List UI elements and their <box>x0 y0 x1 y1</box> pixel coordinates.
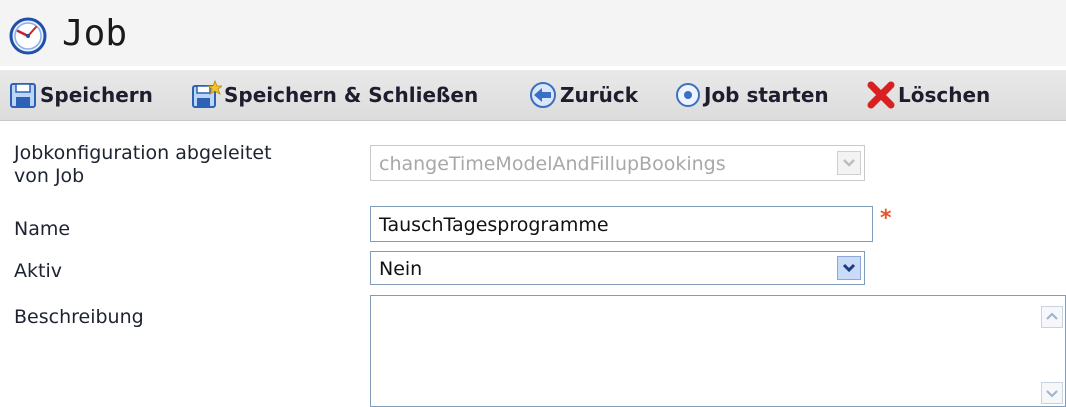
back-arrow-icon <box>530 82 556 108</box>
clock-icon <box>9 17 47 55</box>
job-page: Job Speichern Speichern & Schließen Zurü… <box>0 0 1066 407</box>
name-label: Name <box>14 218 71 240</box>
description-textarea[interactable] <box>370 295 1066 407</box>
toolbar: Speichern Speichern & Schließen Zurück J… <box>0 70 1066 121</box>
title-bar: Job <box>0 0 1066 66</box>
chevron-down-icon[interactable] <box>837 256 861 280</box>
delete-button-label: Löschen <box>898 83 991 107</box>
back-button-label: Zurück <box>560 83 638 107</box>
derived-from-label-line1: Jobkonfiguration abgeleitet <box>14 142 272 164</box>
delete-icon <box>867 81 895 109</box>
active-select-value: Nein <box>379 258 423 280</box>
save-close-button[interactable]: Speichern & Schließen <box>190 78 478 112</box>
save-close-button-label: Speichern & Schließen <box>224 83 479 107</box>
scroll-down-button[interactable] <box>1041 382 1063 404</box>
derived-from-label-line2: von Job <box>14 165 85 187</box>
chevron-down-icon <box>837 151 861 175</box>
start-job-button-label: Job starten <box>704 83 829 107</box>
start-job-icon <box>676 83 700 107</box>
save-button-label: Speichern <box>40 83 153 107</box>
description-label: Beschreibung <box>14 306 144 328</box>
save-icon <box>10 83 36 108</box>
active-select[interactable]: Nein <box>370 251 865 285</box>
required-marker: * <box>880 206 892 231</box>
chevron-up-icon <box>1046 312 1058 320</box>
chevron-down-icon <box>1046 390 1058 398</box>
page-title: Job <box>62 13 128 54</box>
name-input[interactable]: TauschTagesprogramme <box>370 206 873 242</box>
delete-button[interactable]: Löschen <box>866 78 990 112</box>
active-label: Aktiv <box>14 260 62 282</box>
start-job-button[interactable]: Job starten <box>674 78 829 112</box>
derived-from-label: Jobkonfiguration abgeleitet von Job <box>14 142 272 188</box>
back-button[interactable]: Zurück <box>528 78 638 112</box>
save-button[interactable]: Speichern <box>8 78 153 112</box>
save-close-icon <box>192 80 222 108</box>
name-input-value: TauschTagesprogramme <box>379 214 609 236</box>
scroll-up-button[interactable] <box>1041 306 1063 328</box>
derived-from-select: changeTimeModelAndFillupBookings <box>370 145 865 181</box>
derived-from-value: changeTimeModelAndFillupBookings <box>379 153 726 175</box>
